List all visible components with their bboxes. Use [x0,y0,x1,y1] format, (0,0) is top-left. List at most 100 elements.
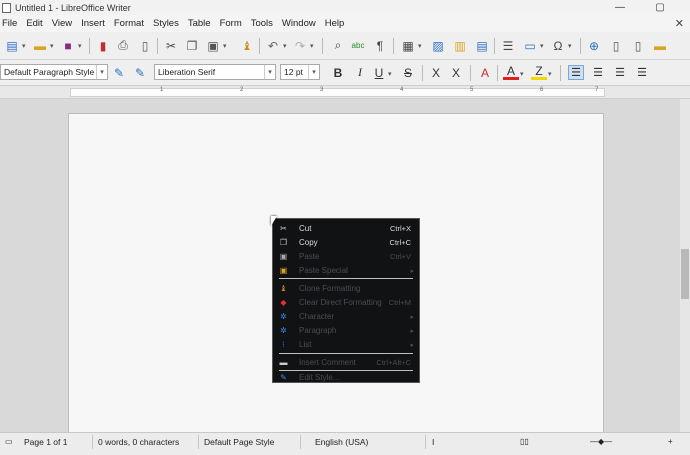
bold-button[interactable]: B [330,65,346,80]
insert-mode[interactable]: I [432,437,434,447]
special-character-dropdown-icon[interactable]: ▾ [568,42,572,50]
menu-tools[interactable]: Tools [251,18,273,29]
insert-chart-icon[interactable]: ▥ [452,38,468,53]
paragraph-style-combo[interactable]: Default Paragraph Style ▾ [0,64,108,80]
menu-item-label: Edit Style... [299,373,340,382]
chevron-down-icon[interactable]: ▾ [96,65,107,79]
open-icon[interactable]: ▬ [32,38,48,53]
view-layout-icon[interactable]: ▯▯ [520,437,529,446]
table-dropdown-icon[interactable]: ▾ [418,42,422,50]
align-center-button[interactable]: ☰ [590,65,606,80]
comment-icon[interactable]: ▬ [652,38,668,53]
close-document-button[interactable]: ✕ [675,17,684,30]
footnote-icon[interactable]: ▯ [608,38,624,53]
align-right-button[interactable]: ☰ [612,65,628,80]
update-style-icon[interactable]: ✎ [111,65,127,80]
new-style-icon[interactable]: ✎ [132,65,148,80]
context-menu-item-copy[interactable]: ❐ Copy Ctrl+C [273,236,419,249]
special-character-icon[interactable]: Ω [550,38,566,53]
subscript-button[interactable]: X [448,65,464,80]
redo-icon[interactable]: ↷ [292,38,308,53]
font-color-dropdown-icon[interactable]: ▾ [520,70,524,78]
align-left-button[interactable]: ☰ [568,65,584,80]
undo-icon[interactable]: ↶ [265,38,281,53]
menu-styles[interactable]: Styles [153,18,179,29]
new-document-icon[interactable]: ▤ [4,38,20,53]
field-dropdown-icon[interactable]: ▾ [540,42,544,50]
menu-format[interactable]: Format [114,18,144,29]
menu-insert[interactable]: Insert [81,18,105,29]
chevron-down-icon[interactable]: ▾ [308,65,319,79]
open-dropdown-icon[interactable]: ▾ [50,42,54,50]
redo-dropdown-icon[interactable]: ▾ [310,42,314,50]
context-menu-item-edit-style[interactable]: ✎ Edit Style... [273,371,419,384]
ruler-number: 6 [540,87,544,93]
print-icon[interactable]: ⎙ [115,38,131,53]
endnote-icon[interactable]: ▯ [630,38,646,53]
menu-item-label: Paste Special [299,266,348,275]
menu-window[interactable]: Window [282,18,316,29]
context-menu-item-clear-direct-formatting[interactable]: ◆ Clear Direct Formatting Ctrl+M [273,296,419,309]
page-break-icon[interactable]: ☰ [500,38,516,53]
clone-formatting-icon[interactable]: ♝ [239,38,255,53]
menu-table[interactable]: Table [188,18,211,29]
menu-file[interactable]: File [2,18,17,29]
hyperlink-icon[interactable]: ⊕ [586,38,602,53]
menu-form[interactable]: Form [220,18,242,29]
insert-image-icon[interactable]: ▨ [430,38,446,53]
font-color-button[interactable]: A [503,64,519,80]
zoom-in-icon[interactable]: + [668,437,673,446]
save-icon[interactable]: ■ [60,38,76,53]
spelling-icon[interactable]: abc [350,38,366,53]
paste-dropdown-icon[interactable]: ▾ [223,42,227,50]
clear-formatting-icon[interactable]: A [477,65,493,80]
paste-icon[interactable]: ▣ [205,38,221,53]
context-menu-item-paste-special[interactable]: ▣ Paste Special ▸ [273,264,419,277]
context-menu-item-insert-comment[interactable]: ▬ Insert Comment Ctrl+Alt+C [273,356,419,369]
horizontal-ruler[interactable]: 1 2 3 4 5 6 7 [0,86,690,99]
chevron-down-icon[interactable]: ▾ [264,65,275,79]
context-menu-item-clone-formatting[interactable]: ♝ Clone Formatting [273,282,419,295]
cut-icon[interactable]: ✂ [163,38,179,53]
highlight-button[interactable]: Z [531,64,547,80]
highlight-dropdown-icon[interactable]: ▾ [548,70,552,78]
context-menu-item-paste[interactable]: ▣ Paste Ctrl+V [273,250,419,263]
paste-special-icon: ▣ [279,266,288,275]
font-size-combo[interactable]: 12 pt ▾ [280,64,320,80]
strikethrough-button[interactable]: S [400,65,416,80]
italic-button[interactable]: I [352,65,368,80]
new-dropdown-icon[interactable]: ▾ [22,42,26,50]
font-name-combo[interactable]: Liberation Serif ▾ [154,64,276,80]
paragraph-style-value: Default Paragraph Style [4,67,95,77]
restore-button[interactable]: ▢ [640,0,680,15]
scrollbar-thumb[interactable] [681,249,689,299]
language[interactable]: English (USA) [315,437,368,447]
insert-table-icon[interactable]: ▦ [400,38,416,53]
context-menu-item-character[interactable]: ✲ Character ▸ [273,310,419,323]
print-preview-icon[interactable]: ▯ [137,38,153,53]
minimize-button[interactable]: — [600,0,640,15]
context-menu-item-list[interactable]: ⁝ List ▸ [273,338,419,351]
menu-view[interactable]: View [52,18,72,29]
insert-textbox-icon[interactable]: ▤ [474,38,490,53]
menu-help[interactable]: Help [325,18,345,29]
word-count[interactable]: 0 words, 0 characters [98,437,179,447]
context-menu-item-paragraph[interactable]: ✲ Paragraph ▸ [273,324,419,337]
page-style[interactable]: Default Page Style [204,437,274,447]
context-menu-item-cut[interactable]: ✂ Cut Ctrl+X [273,222,419,235]
page-count[interactable]: Page 1 of 1 [24,437,67,447]
zoom-slider[interactable]: —◆— [590,437,612,446]
superscript-button[interactable]: X [428,65,444,80]
find-replace-icon[interactable]: ⌕ [330,38,346,53]
copy-icon[interactable]: ❐ [184,38,200,53]
save-dropdown-icon[interactable]: ▾ [78,42,82,50]
export-pdf-icon[interactable]: ▮ [95,38,111,53]
undo-dropdown-icon[interactable]: ▾ [283,42,287,50]
underline-dropdown-icon[interactable]: ▾ [388,70,392,78]
insert-field-icon[interactable]: ▭ [522,38,538,53]
underline-button[interactable]: U [371,65,387,80]
justify-button[interactable]: ☰ [634,65,650,80]
formatting-marks-icon[interactable]: ¶ [372,38,388,53]
vertical-scrollbar[interactable] [680,99,690,432]
menu-edit[interactable]: Edit [26,18,42,29]
